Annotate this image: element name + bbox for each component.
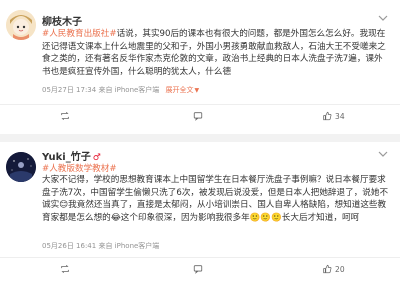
- post-text: #人民教育出版社#话说，其实90后的课本也有很大的问题，都是外国怎么怎么好。我现…: [42, 28, 390, 78]
- post-meta: 05月27日 17:34 来自 iPhone客户端 展开全文▼: [42, 85, 199, 95]
- username[interactable]: Yuki_竹子 ♂: [42, 148, 101, 163]
- like-button[interactable]: 20: [267, 258, 400, 280]
- like-icon: [323, 264, 332, 274]
- comment-icon: [194, 112, 203, 121]
- post-card: 柳枝木子 #人民教育出版社#话说，其实90后的课本也有很大的问题，都是外国怎么怎…: [0, 0, 400, 134]
- repost-button[interactable]: [0, 105, 133, 127]
- like-count: 34: [335, 111, 345, 121]
- post-time: 05月26日 16:41: [42, 242, 97, 250]
- expand-full-text-link[interactable]: 展开全文▼: [166, 86, 200, 94]
- like-button[interactable]: 34: [267, 105, 400, 127]
- post-body: 大家不记得，学校的思想教育课本上中国留学生在日本餐厅洗盘子事例嘛？说日本餐厅要求…: [42, 175, 389, 223]
- post-source: 来自 iPhone客户端: [98, 242, 160, 250]
- username[interactable]: 柳枝木子: [42, 13, 82, 28]
- post-source: 来自 iPhone客户端: [98, 86, 160, 94]
- comment-button[interactable]: [133, 258, 266, 280]
- like-count: 20: [335, 264, 345, 274]
- comment-icon: [194, 265, 203, 274]
- repost-icon: [61, 111, 69, 121]
- post-divider: [0, 134, 400, 142]
- action-bar: 34: [0, 104, 400, 127]
- post-time: 05月27日 17:34: [42, 86, 97, 94]
- action-bar: 20: [0, 257, 400, 280]
- hashtag-link[interactable]: #人民教育出版社#: [42, 29, 117, 39]
- repost-button[interactable]: [0, 258, 133, 280]
- avatar-illustration: [6, 10, 36, 40]
- more-icon[interactable]: [378, 14, 390, 24]
- weibo-feed: 柳枝木子 #人民教育出版社#话说，其实90后的课本也有很大的问题，都是外国怎么怎…: [0, 0, 400, 287]
- hashtag-link[interactable]: #人教版数学教材#: [42, 162, 117, 174]
- avatar[interactable]: [6, 152, 36, 182]
- more-icon[interactable]: [378, 150, 390, 160]
- avatar-illustration: [6, 152, 36, 182]
- comment-button[interactable]: [133, 105, 266, 127]
- chevron-down-icon: ▼: [194, 87, 200, 94]
- post-meta: 05月26日 16:41 来自 iPhone客户端: [42, 241, 159, 251]
- repost-icon: [61, 264, 69, 274]
- avatar[interactable]: [6, 10, 36, 40]
- like-icon: [323, 111, 332, 121]
- post-card: Yuki_竹子 ♂ #人教版数学教材# 大家不记得，学校的思想教育课本上中国留学生…: [0, 142, 400, 287]
